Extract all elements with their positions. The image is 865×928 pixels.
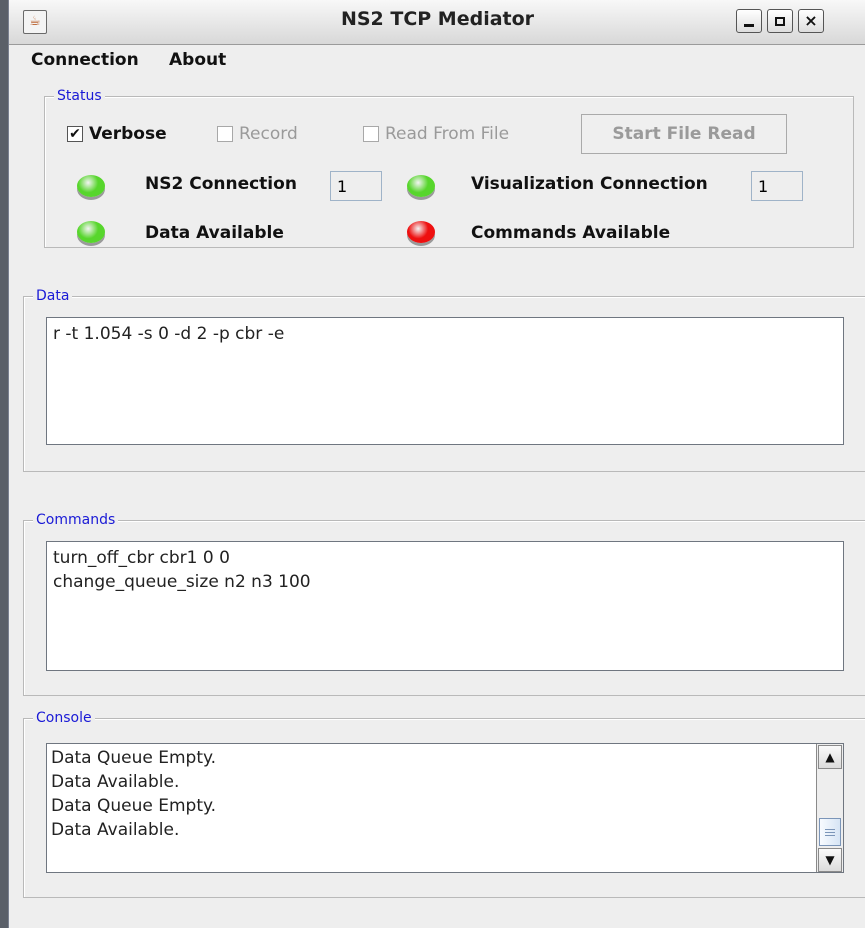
ns2-connection-label: NS2 Connection: [145, 174, 297, 194]
menu-connection[interactable]: Connection: [31, 50, 139, 70]
menu-bar: Connection About: [9, 46, 865, 76]
commands-group: Commands turn_off_cbr cbr1 0 0 change_qu…: [23, 511, 865, 696]
console-group: Console Data Queue Empty. Data Available…: [23, 709, 865, 898]
data-available-label: Data Available: [145, 223, 284, 243]
ns2-connection-indicator-icon: [77, 175, 105, 197]
verbose-checkbox[interactable]: ✔ Verbose: [67, 124, 167, 144]
console-textarea[interactable]: Data Queue Empty. Data Available. Data Q…: [46, 743, 844, 873]
minimize-icon: [744, 23, 754, 27]
command-line: change_queue_size n2 n3 100: [53, 572, 311, 592]
console-line: Data Queue Empty.: [51, 796, 217, 816]
maximize-button[interactable]: [767, 9, 793, 33]
data-group-label: Data: [33, 287, 73, 305]
commands-group-label: Commands: [33, 511, 119, 529]
checkbox-empty-icon: [363, 126, 379, 142]
data-line: r -t 1.054 -s 0 -d 2 -p cbr -e: [53, 324, 285, 344]
scroll-thumb[interactable]: [819, 818, 841, 846]
title-bar[interactable]: ☕ NS2 TCP Mediator ×: [9, 0, 865, 45]
command-line: turn_off_cbr cbr1 0 0: [53, 548, 230, 568]
status-group-label: Status: [54, 87, 105, 105]
record-label: Record: [239, 124, 298, 144]
console-line: Data Available.: [51, 820, 180, 840]
console-group-label: Console: [33, 709, 95, 727]
data-group: Data r -t 1.054 -s 0 -d 2 -p cbr -e: [23, 287, 865, 472]
checkbox-empty-icon: [217, 126, 233, 142]
console-scrollbar[interactable]: ▲ ▼: [816, 744, 843, 872]
checkmark-icon: ✔: [67, 126, 83, 142]
commands-available-label: Commands Available: [471, 223, 671, 243]
visualization-connection-count: 1: [751, 171, 803, 201]
commands-available-indicator-icon: [407, 221, 435, 243]
record-checkbox[interactable]: Record: [217, 124, 298, 144]
scroll-up-arrow-icon[interactable]: ▲: [818, 745, 842, 769]
maximize-icon: [775, 16, 785, 26]
start-file-read-button[interactable]: Start File Read: [581, 114, 787, 154]
console-line: Data Queue Empty.: [51, 748, 217, 768]
read-from-file-label: Read From File: [385, 124, 510, 144]
visualization-connection-indicator-icon: [407, 175, 435, 197]
verbose-label: Verbose: [89, 124, 167, 144]
scroll-down-arrow-icon[interactable]: ▼: [818, 848, 842, 872]
menu-about[interactable]: About: [169, 50, 226, 70]
app-window: ☕ NS2 TCP Mediator × Connection About St…: [8, 0, 865, 928]
console-line: Data Available.: [51, 772, 180, 792]
close-button[interactable]: ×: [798, 9, 824, 33]
status-group: Status ✔ Verbose Record Read From File S…: [44, 87, 854, 248]
read-from-file-checkbox[interactable]: Read From File: [363, 124, 509, 144]
ns2-connection-count: 1: [330, 171, 382, 201]
minimize-button[interactable]: [736, 9, 762, 33]
close-icon: ×: [804, 11, 818, 30]
data-available-indicator-icon: [77, 221, 105, 243]
visualization-connection-label: Visualization Connection: [471, 174, 708, 194]
commands-textarea[interactable]: turn_off_cbr cbr1 0 0 change_queue_size …: [46, 541, 844, 671]
data-textarea[interactable]: r -t 1.054 -s 0 -d 2 -p cbr -e: [46, 317, 844, 445]
